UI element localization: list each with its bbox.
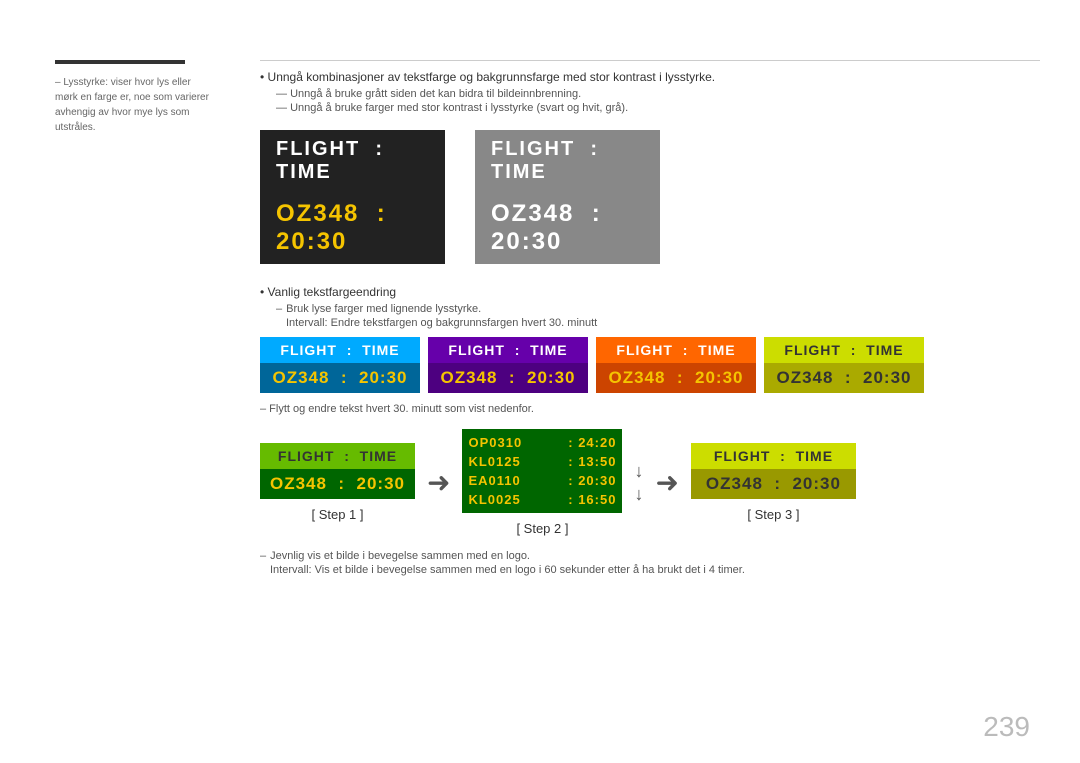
top-divider [260, 60, 1040, 61]
step-3: FLIGHT : TIME OZ348 : 20:30 [ Step 3 ] [691, 443, 856, 522]
step3-label: [ Step 3 ] [747, 507, 799, 522]
intro-bullets: Unngå kombinasjoner av tekstfarge og bak… [260, 70, 1040, 114]
small-panel-purple: FLIGHT : TIME OZ348 : 20:30 [428, 337, 588, 393]
small-panel-orange-top: FLIGHT : TIME [596, 337, 756, 363]
step2-row-3: EA0110: 20:30 [468, 471, 616, 490]
small-panel-blue: FLIGHT : TIME OZ348 : 20:30 [260, 337, 420, 393]
page-number: 239 [983, 711, 1030, 743]
step2-panel: OP0310: 24:20 KL0125: 13:50 EA0110: 20:3… [462, 429, 622, 513]
arrow-step1-step2: ➜ [427, 466, 450, 499]
large-panels-row: FLIGHT : TIME OZ348 : 20:30 FLIGHT : TIM… [260, 130, 1040, 264]
small-panel-yellow: FLIGHT : TIME OZ348 : 20:30 [764, 337, 924, 393]
small-panel-yellow-bottom: OZ348 : 20:30 [764, 363, 924, 393]
bottom-note-2: Intervall: Vis et bilde i bevegelse samm… [260, 564, 1040, 576]
small-panels-row: FLIGHT : TIME OZ348 : 20:30 FLIGHT : TIM… [260, 337, 1040, 393]
small-panel-orange: FLIGHT : TIME OZ348 : 20:30 [596, 337, 756, 393]
small-panel-yellow-top: FLIGHT : TIME [764, 337, 924, 363]
move-text: – Flytt og endre tekst hvert 30. minutt … [260, 403, 1040, 415]
large-panel-dark: FLIGHT : TIME OZ348 : 20:30 [260, 130, 445, 264]
step3-panel-top: FLIGHT : TIME [691, 443, 856, 469]
step1-label: [ Step 1 ] [311, 507, 363, 522]
large-panel-gray-bottom: OZ348 : 20:30 [475, 192, 660, 264]
small-panel-orange-bottom: OZ348 : 20:30 [596, 363, 756, 393]
sub-bullet-text: Intervall: Endre tekstfargen og bakgrunn… [276, 317, 1040, 329]
regular-text-label: Vanlig tekstfargeendring [268, 285, 397, 299]
steps-section: FLIGHT : TIME OZ348 : 20:30 [ Step 1 ] ➜… [260, 429, 1040, 536]
dash-item-1: Unngå å bruke grått siden det kan bidra … [260, 88, 1040, 100]
main-content: Unngå kombinasjoner av tekstfarge og bak… [260, 70, 1040, 576]
bottom-notes: – Jevnlig vis et bilde i bevegelse samme… [260, 550, 1040, 576]
left-bar [55, 60, 185, 64]
step1-panel: FLIGHT : TIME OZ348 : 20:30 [260, 443, 415, 499]
large-panel-dark-bottom: OZ348 : 20:30 [260, 192, 445, 264]
step2-row-1: OP0310: 24:20 [468, 433, 616, 452]
step1-panel-bottom: OZ348 : 20:30 [260, 469, 415, 499]
step1-panel-top: FLIGHT : TIME [260, 443, 415, 469]
down-arrows: ↓ ↓ [634, 461, 643, 505]
regular-text-header: • Vanlig tekstfargeendring [260, 284, 1040, 299]
small-panel-purple-bottom: OZ348 : 20:30 [428, 363, 588, 393]
step2-label: [ Step 2 ] [516, 521, 568, 536]
large-panel-dark-top: FLIGHT : TIME [260, 130, 445, 192]
step3-panel: FLIGHT : TIME OZ348 : 20:30 [691, 443, 856, 499]
small-panel-blue-top: FLIGHT : TIME [260, 337, 420, 363]
step3-panel-bottom: OZ348 : 20:30 [691, 469, 856, 499]
sub-bullet-1: – Bruk lyse farger med lignende lysstyrk… [276, 303, 1040, 315]
step-2: OP0310: 24:20 KL0125: 13:50 EA0110: 20:3… [462, 429, 622, 536]
dash-item-2: Unngå å bruke farger med stor kontrast i… [260, 102, 1040, 114]
small-panel-purple-top: FLIGHT : TIME [428, 337, 588, 363]
large-panel-gray: FLIGHT : TIME OZ348 : 20:30 [475, 130, 660, 264]
bullet-item-1: Unngå kombinasjoner av tekstfarge og bak… [260, 70, 1040, 84]
large-panel-gray-top: FLIGHT : TIME [475, 130, 660, 192]
step2-row-2: KL0125: 13:50 [468, 452, 616, 471]
sidebar-text: – Lysstyrke: viser hvor lys eller mørk e… [55, 75, 215, 135]
arrow-step2-step3: ➜ [655, 466, 678, 499]
step2-row-4: KL0025: 16:50 [468, 490, 616, 509]
page: – Lysstyrke: viser hvor lys eller mørk e… [0, 0, 1080, 763]
step-1: FLIGHT : TIME OZ348 : 20:30 [ Step 1 ] [260, 443, 415, 522]
small-panel-blue-bottom: OZ348 : 20:30 [260, 363, 420, 393]
bottom-note-1: – Jevnlig vis et bilde i bevegelse samme… [260, 550, 1040, 562]
